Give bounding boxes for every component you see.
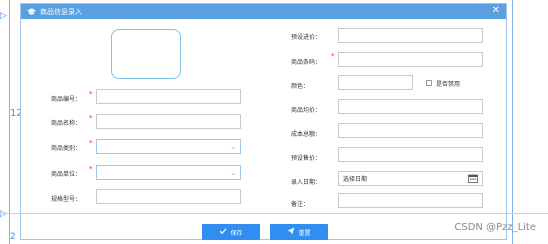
page: ▷ ▷ 12 2 商品信息录入 ✕ 商品编号： * 商品名称： * 商品类别： … xyxy=(0,0,548,244)
color-input[interactable] xyxy=(338,75,413,90)
product-name-label: 商品名称： xyxy=(51,120,82,127)
product-category-select[interactable]: ⌄ xyxy=(96,139,241,154)
required-mark: * xyxy=(89,165,93,173)
sale-price-label: 预设售价： xyxy=(291,155,322,162)
required-mark: * xyxy=(89,114,93,122)
chevron-down-icon: ⌄ xyxy=(230,143,236,151)
stock-date-picker[interactable]: 选择日期 xyxy=(338,171,483,186)
total-cost-input[interactable] xyxy=(338,123,483,138)
required-mark: * xyxy=(89,90,93,98)
calendar-icon[interactable] xyxy=(468,174,478,183)
spec-model-input[interactable] xyxy=(96,189,241,204)
graduation-cap-icon xyxy=(27,7,36,16)
guide-arrow-icon: ▷ xyxy=(0,11,7,21)
guide-line-left xyxy=(9,0,10,244)
total-cost-label: 成本总额： xyxy=(291,131,322,138)
product-unit-select[interactable]: ⌄ xyxy=(96,165,241,180)
send-icon xyxy=(287,227,295,237)
spec-model-label: 规格型号： xyxy=(51,196,82,203)
disabled-label: 是否禁用 xyxy=(436,81,461,88)
guide-marker-bottom: 2 xyxy=(10,232,16,242)
product-code-input[interactable] xyxy=(96,89,241,104)
stock-date-value: 选择日期 xyxy=(343,176,368,183)
required-mark: * xyxy=(331,52,335,60)
product-unit-label: 商品单位： xyxy=(51,171,82,178)
barcode-label: 商品条码： xyxy=(291,59,322,66)
save-button-label: 保存 xyxy=(230,229,243,237)
color-label: 颜色： xyxy=(291,83,310,90)
product-name-input[interactable] xyxy=(96,114,241,129)
sale-price-input[interactable] xyxy=(338,147,483,162)
reset-button-label: 重置 xyxy=(298,229,311,237)
purchase-price-label: 预设进价： xyxy=(291,34,322,41)
note-input[interactable] xyxy=(338,193,483,208)
watermark: CSDN @Pzz_Lite xyxy=(454,222,536,233)
barcode-input[interactable] xyxy=(338,52,483,67)
guide-arrow-icon: ▷ xyxy=(0,209,7,219)
save-button[interactable]: 保存 xyxy=(202,224,260,240)
reset-button[interactable]: 重置 xyxy=(270,224,328,240)
product-category-label: 商品类别： xyxy=(51,145,82,152)
avg-price-input[interactable] xyxy=(338,99,483,114)
guide-line-bottom xyxy=(0,213,548,214)
close-icon[interactable]: ✕ xyxy=(492,6,500,16)
chevron-down-icon: ⌄ xyxy=(230,169,236,177)
avg-price-label: 商品均价： xyxy=(291,107,322,114)
stock-date-label: 录入日期： xyxy=(291,179,322,186)
product-info-dialog: 商品信息录入 ✕ 商品编号： * 商品名称： * 商品类别： * ⌄ 商品单位：… xyxy=(20,3,507,240)
product-photo-upload[interactable] xyxy=(111,29,181,79)
product-code-label: 商品编号： xyxy=(51,96,82,103)
note-label: 备注： xyxy=(291,201,310,208)
guide-line-right xyxy=(512,0,513,244)
required-mark: * xyxy=(89,139,93,147)
check-icon xyxy=(219,227,227,237)
dialog-title: 商品信息录入 xyxy=(40,7,82,16)
disabled-checkbox[interactable] xyxy=(426,80,432,86)
dialog-titlebar: 商品信息录入 ✕ xyxy=(21,4,506,19)
purchase-price-input[interactable] xyxy=(338,28,483,43)
